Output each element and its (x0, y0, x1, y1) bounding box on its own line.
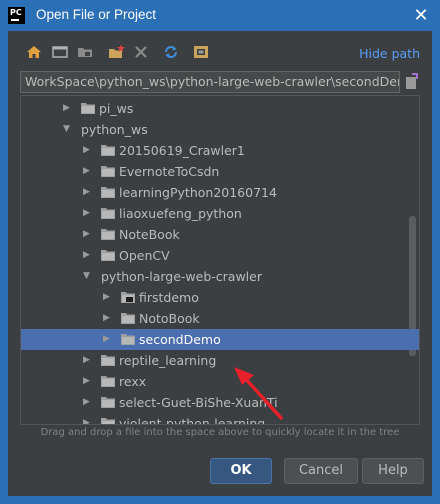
tree-row-label: 20150619_Crawler1 (119, 143, 245, 158)
collapsed-arrow-icon[interactable]: ▶ (83, 161, 93, 182)
tree-row-label: secondDemo (139, 332, 221, 347)
collapsed-arrow-icon[interactable]: ▶ (103, 329, 113, 350)
tree-row[interactable]: ▶ firstdemo (21, 287, 419, 308)
tree-row-label: firstdemo (139, 290, 199, 305)
folder-icon (101, 375, 115, 387)
folder-icon (101, 186, 115, 198)
refresh-icon[interactable] (162, 43, 180, 61)
cancel-button[interactable]: Cancel (284, 458, 358, 484)
tree-row[interactable]: ▶ select-Guet-BiShe-XuanTi (21, 392, 419, 413)
collapsed-arrow-icon[interactable]: ▶ (83, 182, 93, 203)
folder-icon (101, 228, 115, 240)
show-hidden-icon[interactable] (192, 43, 210, 61)
collapsed-arrow-icon[interactable]: ▶ (83, 350, 93, 371)
tree-row[interactable]: ▶ NoteBook (21, 224, 419, 245)
window-title: Open File or Project (36, 7, 157, 22)
tree-row-label: pi_ws (99, 101, 134, 116)
collapsed-arrow-icon[interactable]: ▶ (83, 140, 93, 161)
tree-row-label: python-large-web-crawler (101, 269, 262, 284)
tree-row[interactable]: ▶ learningPython20160714 (21, 182, 419, 203)
path-input[interactable]: WorkSpace\python_ws\python-large-web-cra… (20, 71, 400, 93)
collapsed-arrow-icon[interactable]: ▶ (83, 371, 93, 392)
open-project-dialog: Hide path WorkSpace\python_ws\python-lar… (8, 31, 432, 496)
project-folder-icon[interactable] (76, 43, 94, 61)
collapsed-arrow-icon[interactable]: ▶ (103, 287, 113, 308)
collapsed-arrow-icon[interactable]: ▶ (83, 245, 93, 266)
tree-row[interactable]: ▶ 20150619_Crawler1 (21, 140, 419, 161)
collapsed-arrow-icon[interactable]: ▶ (63, 98, 73, 119)
drag-drop-hint: Drag and drop a file into the space abov… (40, 427, 400, 438)
folder-icon (101, 396, 115, 408)
hide-path-link[interactable]: Hide path (359, 46, 420, 61)
tree-row[interactable]: ▶ violent-python-learning (21, 413, 419, 424)
close-window-button[interactable]: ✕ (402, 0, 440, 31)
tree-row-label: liaoxuefeng_python (119, 206, 242, 221)
tree-row-label: NoteBook (119, 227, 180, 242)
file-tree[interactable]: ▶ pi_ws ▼ python_ws ▶ 20150619_Crawler1 ▶ Evern… (20, 95, 420, 425)
path-history-icon (406, 73, 418, 89)
tree-row[interactable]: ▼ python-large-web-crawler (21, 266, 419, 287)
path-history-button[interactable] (404, 73, 420, 91)
tree-row[interactable]: ▶ liaoxuefeng_python (21, 203, 419, 224)
project-folder-icon (121, 291, 135, 303)
folder-icon (121, 333, 135, 345)
tree-row[interactable]: ▶ secondDemo (21, 329, 419, 350)
desktop-icon[interactable] (51, 43, 69, 61)
folder-icon (101, 249, 115, 261)
title-bar: PC Open File or Project ✕ (0, 0, 440, 31)
tree-row[interactable]: ▼ python_ws (21, 119, 419, 140)
tree-row[interactable]: ▶ EvernoteToCsdn (21, 161, 419, 182)
tree-row[interactable]: ▶ rexx (21, 371, 419, 392)
window-frame-right (432, 31, 440, 504)
tree-row-label: OpenCV (119, 248, 170, 263)
collapsed-arrow-icon[interactable]: ▶ (83, 224, 93, 245)
annotation-arrow-icon (234, 367, 284, 421)
window-frame-left (0, 31, 8, 504)
tree-row-label: python_ws (81, 122, 148, 137)
new-folder-icon[interactable] (108, 43, 126, 61)
ok-button[interactable]: OK (210, 458, 272, 484)
folder-icon (101, 144, 115, 156)
delete-icon[interactable] (132, 43, 150, 61)
tree-row[interactable]: ▶ pi_ws (21, 98, 419, 119)
expanded-arrow-icon[interactable]: ▼ (83, 266, 93, 287)
tree-row[interactable]: ▶ NotoBook (21, 308, 419, 329)
folder-icon (81, 102, 95, 114)
tree-row[interactable]: ▶ OpenCV (21, 245, 419, 266)
folder-icon (101, 165, 115, 177)
folder-icon (101, 417, 115, 424)
tree-row-label: reptile_learning (119, 353, 217, 368)
expanded-arrow-icon[interactable]: ▼ (63, 119, 73, 140)
collapsed-arrow-icon[interactable]: ▶ (83, 392, 93, 413)
app-icon-text: PC (10, 8, 22, 17)
collapsed-arrow-icon[interactable]: ▶ (103, 308, 113, 329)
toolbar: Hide path (8, 41, 432, 63)
collapsed-arrow-icon[interactable]: ▶ (83, 203, 93, 224)
close-icon: ✕ (413, 5, 429, 26)
folder-icon (101, 354, 115, 366)
tree-row-label: EvernoteToCsdn (119, 164, 220, 179)
tree-row-label: NotoBook (139, 311, 200, 326)
tree-row-label: learningPython20160714 (119, 185, 277, 200)
folder-icon (101, 207, 115, 219)
pycharm-app-icon: PC (8, 7, 25, 24)
help-button[interactable]: Help (362, 458, 424, 484)
tree-row[interactable]: ▶ reptile_learning (21, 350, 419, 371)
window-frame-bottom (0, 496, 440, 504)
folder-icon (121, 312, 135, 324)
tree-row-label: rexx (119, 374, 147, 389)
home-icon[interactable] (25, 43, 43, 61)
collapsed-arrow-icon[interactable]: ▶ (83, 413, 93, 424)
